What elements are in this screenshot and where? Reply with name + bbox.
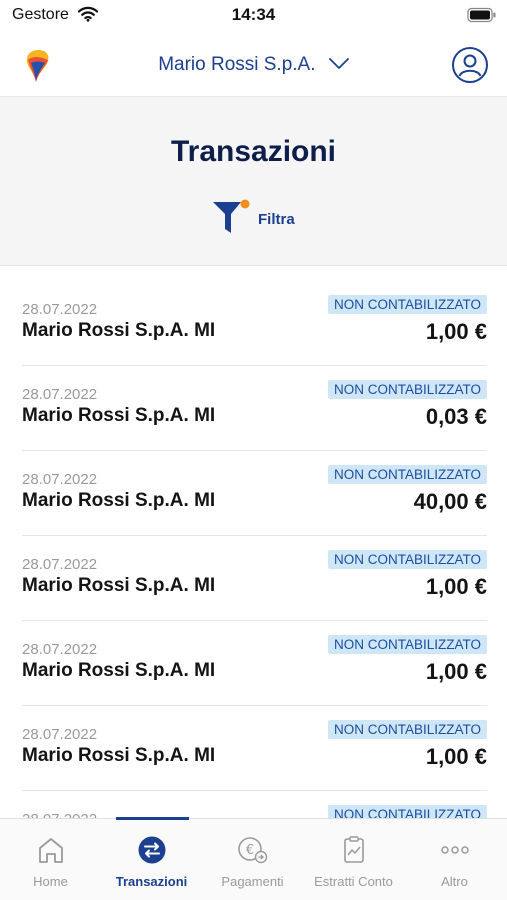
status-badge: NON CONTABILIZZATO <box>327 465 487 484</box>
title-area: Transazioni Filtra <box>0 97 507 266</box>
tab-label: Estratti Conto <box>314 874 393 889</box>
status-badge: NON CONTABILIZZATO <box>327 380 487 399</box>
tab-label: Transazioni <box>115 874 188 889</box>
status-badge: NON CONTABILIZZATO <box>327 550 487 569</box>
transaction-description: Mario Rossi S.p.A. MI <box>22 745 216 766</box>
transaction-list: 28.07.2022 Mario Rossi S.p.A. MI NON CON… <box>0 281 507 876</box>
chevron-down-icon <box>328 54 349 76</box>
status-badge: NON CONTABILIZZATO <box>327 295 487 314</box>
company-name: Mario Rossi S.p.A. <box>158 54 316 76</box>
transaction-date: 28.07.2022 <box>22 471 98 488</box>
transaction-row[interactable]: 28.07.2022 Mario Rossi S.p.A. MI NON CON… <box>0 706 507 791</box>
tab-bar: Home Transazioni € Pagamenti Estratti Co… <box>0 817 507 900</box>
clock: 14:34 <box>231 5 276 24</box>
status-bar: Gestore 14:34 <box>0 0 507 34</box>
status-badge: NON CONTABILIZZATO <box>327 635 487 654</box>
tab-label: Home <box>33 874 68 889</box>
transaction-date: 28.07.2022 <box>22 641 98 658</box>
filter-button[interactable]: Filtra <box>212 199 295 240</box>
tab-label: Pagamenti <box>221 874 284 889</box>
transaction-amount: 1,00 € <box>425 319 487 344</box>
statement-icon <box>303 835 404 865</box>
transaction-description: Mario Rossi S.p.A. MI <box>22 660 216 681</box>
svg-text:€: € <box>245 843 253 858</box>
filter-label: Filtra <box>258 210 295 228</box>
profile-icon[interactable] <box>451 46 489 89</box>
tab-home[interactable]: Home <box>0 819 101 900</box>
transaction-row[interactable]: 28.07.2022 Mario Rossi S.p.A. MI NON CON… <box>0 366 507 451</box>
transaction-amount: 1,00 € <box>425 744 487 769</box>
transaction-date: 28.07.2022 <box>22 386 98 403</box>
transaction-date: 28.07.2022 <box>22 301 98 318</box>
transaction-row[interactable]: 28.07.2022 Mario Rossi S.p.A. MI NON CON… <box>0 451 507 536</box>
tab-altro[interactable]: Altro <box>404 819 505 900</box>
home-icon <box>0 835 101 865</box>
transaction-amount: 40,00 € <box>413 489 487 514</box>
transaction-amount: 1,00 € <box>425 574 487 599</box>
transaction-description: Mario Rossi S.p.A. MI <box>22 405 216 426</box>
transaction-amount: 1,00 € <box>425 659 487 684</box>
euro-payment-icon: € <box>202 835 303 865</box>
tab-transazioni[interactable]: Transazioni <box>101 819 202 900</box>
transfer-icon <box>101 835 202 865</box>
transaction-row[interactable]: 28.07.2022 Mario Rossi S.p.A. MI NON CON… <box>0 621 507 706</box>
transaction-row[interactable]: 28.07.2022 Mario Rossi S.p.A. MI NON CON… <box>0 536 507 621</box>
status-badge: NON CONTABILIZZATO <box>327 720 487 739</box>
transaction-description: Mario Rossi S.p.A. MI <box>22 490 216 511</box>
battery-icon <box>467 7 497 28</box>
filter-icon <box>212 199 250 240</box>
transaction-date: 28.07.2022 <box>22 556 98 573</box>
app-header: Mario Rossi S.p.A. <box>0 34 507 97</box>
tab-estratti-conto[interactable]: Estratti Conto <box>303 819 404 900</box>
tab-pagamenti[interactable]: € Pagamenti <box>202 819 303 900</box>
page-title: Transazioni <box>170 135 337 168</box>
screen: Gestore 14:34 Mario Rossi S.p.A. Transaz… <box>0 0 507 900</box>
transaction-date: 28.07.2022 <box>22 726 98 743</box>
company-selector[interactable]: Mario Rossi S.p.A. <box>0 54 507 76</box>
transaction-amount: 0,03 € <box>425 404 487 429</box>
more-icon <box>404 835 505 865</box>
transaction-description: Mario Rossi S.p.A. MI <box>22 320 216 341</box>
transaction-description: Mario Rossi S.p.A. MI <box>22 575 216 596</box>
transaction-row[interactable]: 28.07.2022 Mario Rossi S.p.A. MI NON CON… <box>0 281 507 366</box>
tab-label: Altro <box>441 874 468 889</box>
